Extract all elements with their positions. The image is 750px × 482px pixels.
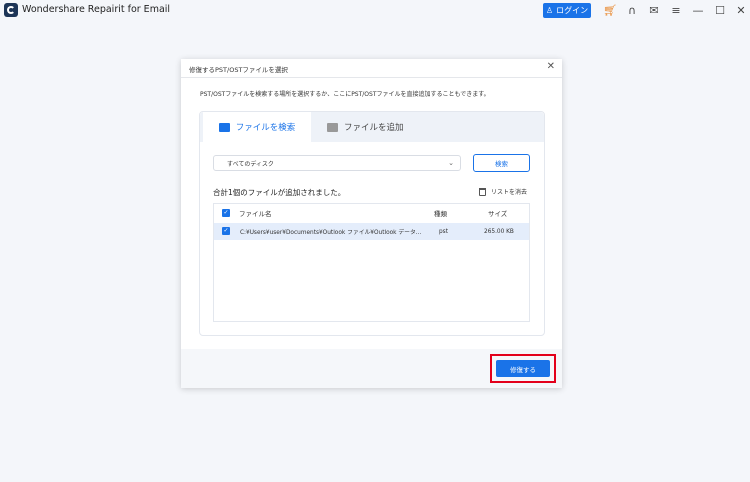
tab-label: ファイルを検索: [235, 123, 296, 133]
tab-label: ファイルを追加: [344, 123, 404, 133]
chevron-down-icon: ⌄: [448, 159, 454, 167]
menu-icon[interactable]: ≡: [670, 4, 682, 16]
header-type: 種類: [434, 210, 447, 218]
app-title: Wondershare Repairit for Email: [22, 4, 171, 15]
file-table: ✓ ファイル名 種類 サイズ ✓ C:¥Users¥user¥Documents…: [213, 203, 530, 322]
tab-bar: ファイルを検索 ファイルを追加: [200, 112, 544, 142]
title-bar: Wondershare Repairit for Email ♙ ログイン 🛒︎…: [0, 0, 750, 21]
select-all-checkbox[interactable]: ✓: [222, 209, 230, 217]
mail-icon[interactable]: ✉︎: [648, 4, 660, 16]
app-logo-icon: [4, 3, 18, 17]
drive-select-value: すべてのディスク: [227, 160, 274, 168]
row-size: 265.00 KB: [484, 228, 514, 235]
file-count-text: 合計1個のファイルが追加されました。: [213, 188, 346, 197]
close-window-icon[interactable]: ✕: [735, 4, 747, 16]
login-label: ログイン: [556, 6, 589, 15]
row-type: pst: [439, 228, 448, 235]
row-file-path: C:¥Users¥user¥Documents¥Outlook ファイル¥Out…: [240, 230, 422, 236]
dialog-close-icon[interactable]: ✕: [547, 61, 555, 72]
clear-list-button[interactable]: リストを消去: [479, 187, 527, 196]
table-header: ✓ ファイル名 種類 サイズ: [214, 204, 529, 222]
repair-button[interactable]: 修復する: [496, 360, 550, 377]
dialog-divider: [181, 77, 562, 78]
file-panel: ファイルを検索 ファイルを追加 すべてのディスク ⌄ 検索 合計1個のファイルが…: [199, 111, 545, 336]
login-button[interactable]: ♙ ログイン: [543, 3, 591, 18]
search-file-icon: [218, 122, 230, 132]
dialog-description: PST/OSTファイルを検索する場所を選択するか、ここにPST/OSTファイルを…: [200, 91, 490, 98]
maximize-icon[interactable]: ☐: [714, 4, 726, 16]
add-file-icon: [327, 122, 338, 132]
row-checkbox[interactable]: ✓: [222, 227, 230, 235]
minimize-icon[interactable]: —: [692, 4, 704, 16]
drive-select[interactable]: すべてのディスク ⌄: [213, 155, 461, 171]
search-button[interactable]: 検索: [473, 154, 530, 172]
headset-icon[interactable]: ∩: [626, 4, 638, 16]
clear-list-label: リストを消去: [491, 189, 528, 196]
header-size: サイズ: [488, 210, 508, 218]
tab-search-file[interactable]: ファイルを検索: [203, 112, 311, 142]
header-file-name: ファイル名: [239, 210, 272, 218]
user-icon: ♙: [545, 6, 554, 15]
dialog-title: 修復するPST/OSTファイルを選択: [189, 66, 288, 74]
tab-add-file[interactable]: ファイルを追加: [327, 112, 404, 142]
cart-icon[interactable]: 🛒︎: [603, 4, 617, 16]
table-row[interactable]: ✓ C:¥Users¥user¥Documents¥Outlook ファイル¥O…: [214, 223, 529, 240]
trash-icon: [479, 187, 486, 196]
select-file-dialog: 修復するPST/OSTファイルを選択 ✕ PST/OSTファイルを検索する場所を…: [181, 59, 562, 388]
